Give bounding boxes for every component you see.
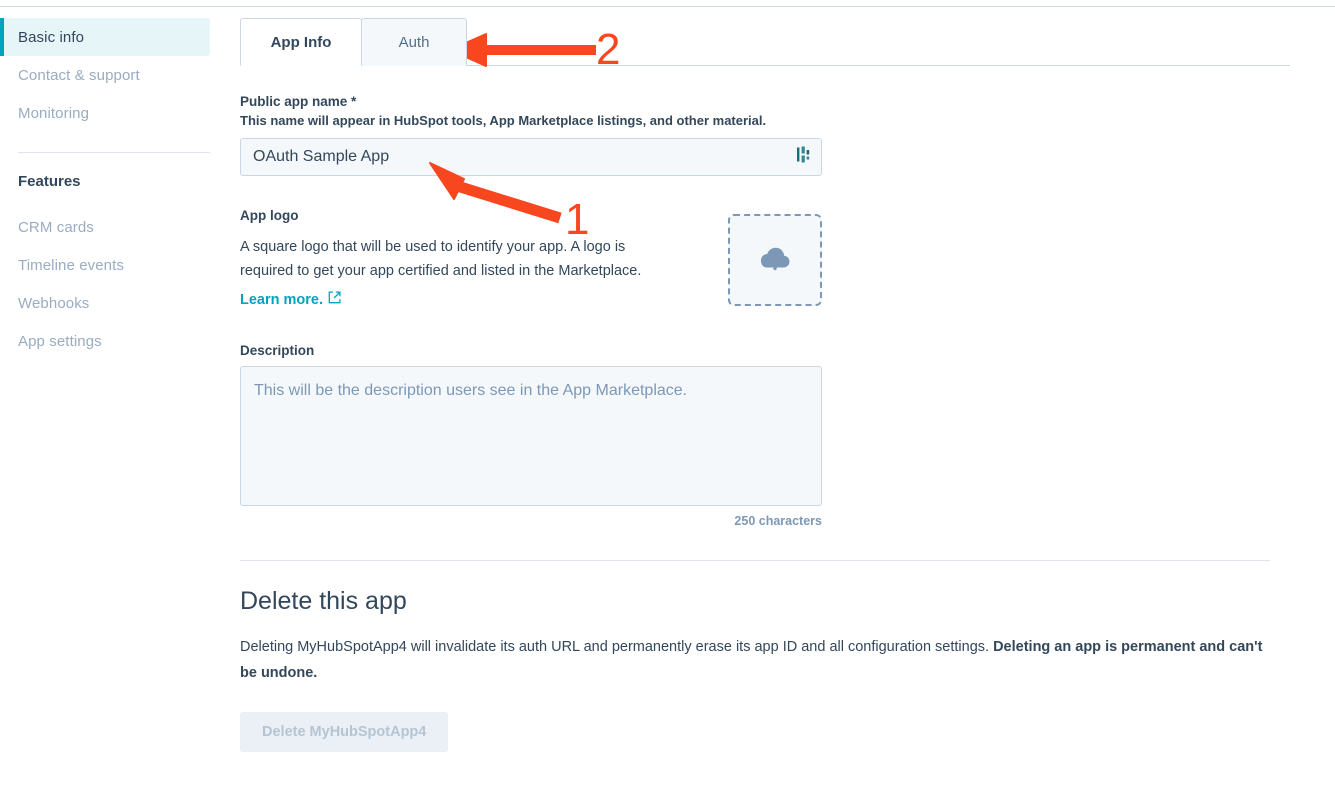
sidebar-item-label: Webhooks	[18, 294, 90, 312]
sidebar-divider	[18, 152, 210, 153]
app-settings-page: Basic info Contact & support Monitoring …	[0, 0, 1335, 803]
delete-body-lead: Deleting MyHubSpotApp4 will invalidate i…	[240, 638, 994, 655]
delete-section-title: Delete this app	[240, 586, 407, 615]
description-field-group: Description This will be the description…	[240, 343, 822, 528]
sidebar-features-group: CRM cards Timeline events Webhooks App s…	[0, 208, 228, 360]
description-char-count: 250 characters	[734, 513, 822, 528]
app-logo-dropzone[interactable]	[728, 214, 822, 306]
active-indicator-bar	[0, 18, 4, 56]
sidebar-item-crm-cards[interactable]: CRM cards	[0, 208, 228, 246]
app-info-form: Public app name * This name will appear …	[240, 66, 1290, 752]
top-divider	[0, 6, 1335, 7]
sidebar-item-label: CRM cards	[18, 218, 94, 236]
learn-more-label: Learn more.	[240, 291, 323, 308]
sidebar-item-label: Contact & support	[18, 66, 140, 84]
tab-app-info[interactable]: App Info	[240, 18, 362, 66]
external-link-icon	[328, 291, 341, 308]
delete-app-button[interactable]: Delete MyHubSpotApp4	[240, 711, 449, 752]
sidebar-features-heading: Features	[18, 173, 81, 190]
description-textarea[interactable]: This will be the description users see i…	[240, 365, 822, 506]
app-logo-label: App logo	[240, 208, 299, 223]
annotation-number-1: 1	[565, 195, 590, 244]
tab-bar: App Info Auth	[240, 18, 1290, 66]
section-divider	[240, 559, 1270, 561]
sidebar-item-timeline-events[interactable]: Timeline events	[0, 246, 228, 284]
tab-label: App Info	[270, 33, 332, 51]
app-name-input[interactable]: OAuth Sample App	[240, 138, 822, 176]
sidebar-item-label: Basic info	[18, 28, 85, 46]
app-name-input-value: OAuth Sample App	[253, 148, 390, 165]
sidebar-item-app-settings[interactable]: App settings	[0, 322, 228, 360]
sidebar-item-label: App settings	[18, 332, 102, 350]
public-app-name-field-group: Public app name * This name will appear …	[240, 94, 1290, 176]
delete-section-body: Deleting MyHubSpotApp4 will invalidate i…	[240, 634, 1265, 686]
hubspot-sprocket-icon	[797, 146, 811, 168]
app-logo-description: A square logo that will be used to ident…	[240, 239, 642, 279]
sidebar-item-label: Monitoring	[18, 104, 90, 122]
tab-label: Auth	[398, 34, 430, 51]
sidebar-item-contact-support[interactable]: Contact & support	[0, 56, 228, 94]
delete-app-section: Delete this app Deleting MyHubSpotApp4 w…	[240, 587, 1290, 752]
cloud-upload-icon	[758, 244, 792, 277]
sidebar-item-basic-info[interactable]: Basic info	[0, 18, 210, 56]
sidebar-item-webhooks[interactable]: Webhooks	[0, 284, 228, 322]
description-placeholder: This will be the description users see i…	[254, 381, 688, 399]
sidebar-item-label: Timeline events	[18, 256, 124, 274]
sidebar-nav: Basic info Contact & support Monitoring …	[0, 18, 228, 360]
main-content: App Info Auth Public app name * This nam…	[240, 18, 1300, 752]
public-app-name-help: This name will appear in HubSpot tools, …	[240, 113, 767, 128]
annotation-number-2: 2	[596, 25, 621, 74]
learn-more-link[interactable]: Learn more.	[240, 291, 341, 308]
sidebar-item-monitoring[interactable]: Monitoring	[0, 94, 228, 132]
description-label: Description	[240, 342, 315, 358]
public-app-name-label: Public app name *	[240, 94, 357, 109]
app-logo-copy: App logo A square logo that will be used…	[240, 208, 670, 309]
app-logo-field-group: App logo A square logo that will be used…	[240, 208, 822, 309]
tab-auth[interactable]: Auth	[361, 18, 467, 66]
